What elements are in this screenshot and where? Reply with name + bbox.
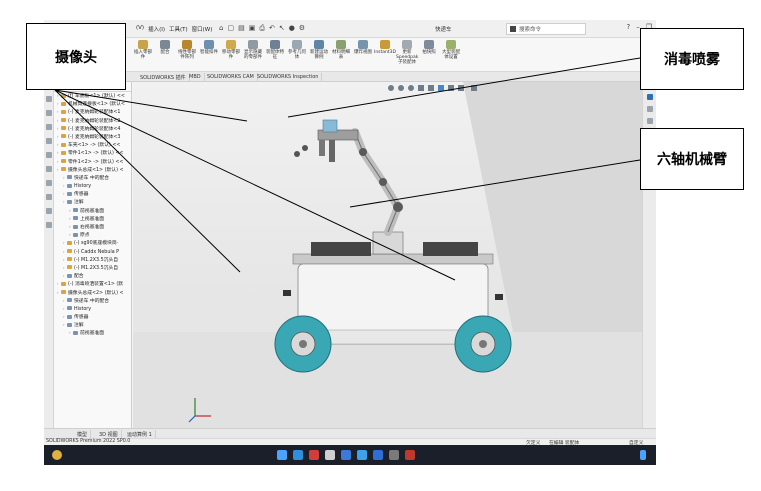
arm-pointer-line bbox=[349, 159, 641, 208]
camera-pointer-line bbox=[54, 89, 241, 273]
callout-arm: 六轴机械臂 bbox=[640, 128, 744, 190]
camera-pointer-line bbox=[54, 89, 456, 281]
callout-spray: 消毒喷雾 bbox=[640, 28, 744, 90]
callout-camera: 摄像头 bbox=[26, 23, 126, 90]
spray-pointer-line bbox=[287, 57, 641, 118]
camera-pointer-line bbox=[54, 89, 248, 122]
